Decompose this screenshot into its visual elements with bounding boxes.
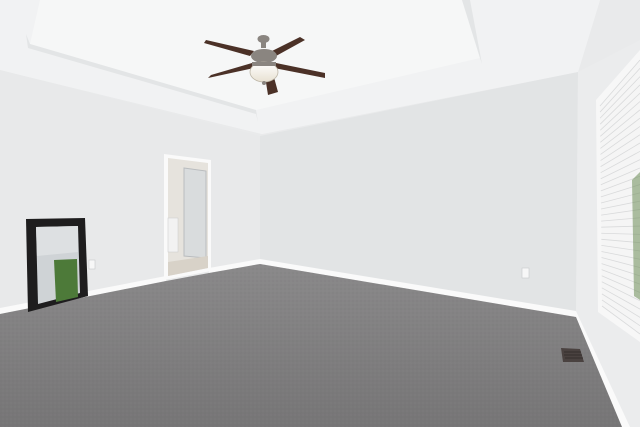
empty-bedroom-scene xyxy=(0,0,640,427)
window-blinds xyxy=(596,50,640,342)
mirror-reflection-wall xyxy=(36,226,78,256)
fan-canopy xyxy=(257,35,270,43)
bathroom-shower-door xyxy=(183,167,207,259)
floor-mirror xyxy=(26,218,88,312)
mirror-reflection-window xyxy=(54,259,78,302)
wall-outlet-left xyxy=(88,259,96,270)
doorway xyxy=(164,154,211,280)
bathroom-cabinet xyxy=(167,217,179,253)
fan-motor xyxy=(251,49,277,63)
wall-outlet xyxy=(521,267,530,279)
fan-finial xyxy=(262,81,266,85)
